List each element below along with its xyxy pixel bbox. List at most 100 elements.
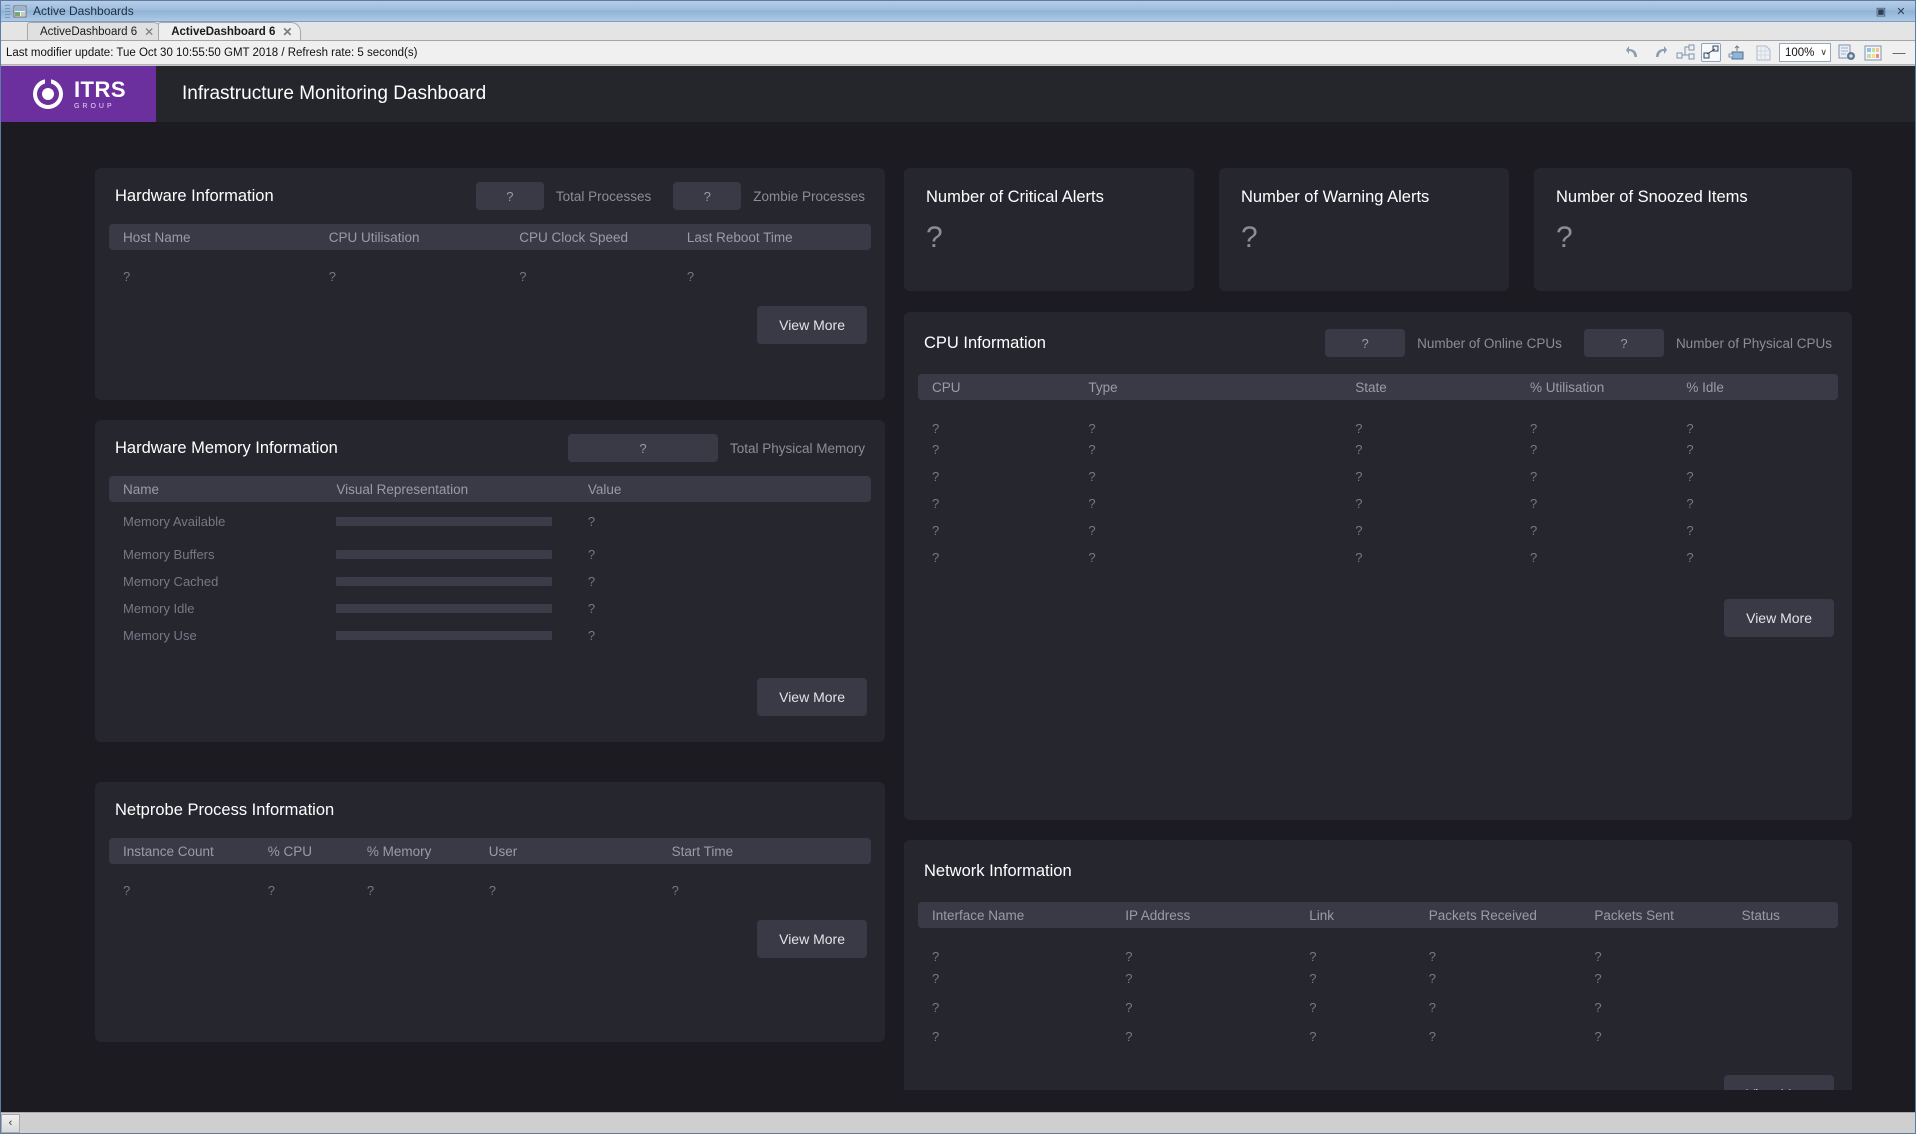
column-percent-memory[interactable]: % Memory <box>352 838 475 864</box>
page-grid-icon[interactable] <box>1753 43 1773 62</box>
metric-label: Zombie Processes <box>753 188 865 204</box>
cell-status <box>1728 928 1838 964</box>
minimize-panel-icon[interactable]: — <box>1889 45 1909 60</box>
close-button[interactable]: ✕ <box>1893 4 1909 18</box>
column-packets-received[interactable]: Packets Received <box>1414 902 1581 928</box>
close-icon[interactable]: ✕ <box>282 25 292 39</box>
cell-cpu: ? <box>932 550 940 565</box>
view-more-button[interactable]: View More <box>757 920 867 958</box>
page-title: Infrastructure Monitoring Dashboard <box>182 83 487 104</box>
insert-object-icon[interactable] <box>1727 43 1747 62</box>
table-header-row: Host Name CPU Utilisation CPU Clock Spee… <box>109 224 871 250</box>
dashboard-grid: Hardware Information ? Total Processes ?… <box>1 122 1915 1112</box>
column-cpu-clock-speed[interactable]: CPU Clock Speed <box>505 224 673 250</box>
brand-suffix: GROUP <box>73 102 115 110</box>
horizontal-scrollbar[interactable]: ‹ <box>1 1112 1915 1133</box>
card-number-of-critical-alerts[interactable]: Number of Critical Alerts ? <box>904 168 1194 291</box>
table-row: ? ? ? ? ? <box>918 517 1838 544</box>
undo-icon[interactable] <box>1623 43 1643 62</box>
metric-label: Total Processes <box>555 188 652 204</box>
panel-hardware-memory-information: Hardware Memory Information ? Total Phys… <box>95 420 885 742</box>
dashboard-grid-icon[interactable] <box>1863 43 1883 62</box>
scrollbar-track[interactable] <box>20 1113 1915 1133</box>
column-status[interactable]: Status <box>1727 902 1838 928</box>
duplicate-page-icon[interactable] <box>1837 43 1857 62</box>
cell-user: ? <box>488 883 496 898</box>
connect-nodes-icon[interactable] <box>1701 43 1721 62</box>
tab-activedashboard-6-first[interactable]: ActiveDashboard 6 ✕ <box>27 22 164 40</box>
panel-network-information: Network Information Interface Name IP Ad… <box>904 840 1852 1112</box>
restore-button[interactable]: ▣ <box>1873 4 1889 18</box>
column-percent-idle[interactable]: % Idle <box>1672 374 1838 400</box>
netprobe-process-table: Instance Count % CPU % Memory User Start… <box>109 838 871 898</box>
table-header: Host Name CPU Utilisation CPU Clock Spee… <box>109 224 871 250</box>
view-more-button[interactable]: View More <box>1724 599 1834 637</box>
column-name[interactable]: Name <box>109 476 323 502</box>
column-cpu-utilisation[interactable]: CPU Utilisation <box>314 224 506 250</box>
view-more-button[interactable]: View More <box>757 306 867 344</box>
column-cpu[interactable]: CPU <box>918 374 1075 400</box>
table-header: CPU Type State % Utilisation % Idle <box>918 374 1838 400</box>
cell-packets-received: ? <box>1428 949 1437 964</box>
metric-number-of-online-cpus: ? Number of Online CPUs <box>1325 329 1562 357</box>
cell-status <box>1728 1022 1838 1051</box>
column-state[interactable]: State <box>1341 374 1516 400</box>
card-number-of-warning-alerts[interactable]: Number of Warning Alerts ? <box>1219 168 1509 291</box>
window-title: Active Dashboards <box>33 4 134 18</box>
scroll-left-icon[interactable]: ‹ <box>1 1113 20 1133</box>
column-type[interactable]: Type <box>1074 374 1342 400</box>
cell-percent-utilisation: ? <box>1529 550 1538 565</box>
tab-activedashboard-6-second[interactable]: ActiveDashboard 6 ✕ <box>158 22 302 40</box>
table-header-row: CPU Type State % Utilisation % Idle <box>918 374 1838 400</box>
cell-percent-idle: ? <box>1686 523 1694 538</box>
card-title: Number of Warning Alerts <box>1241 188 1430 206</box>
cell-memory-name: Memory Idle <box>123 601 195 616</box>
column-packets-sent[interactable]: Packets Sent <box>1580 902 1728 928</box>
cell-packets-received: ? <box>1428 971 1437 986</box>
column-ip-address[interactable]: IP Address <box>1111 902 1296 928</box>
cell-interface-name: ? <box>932 949 940 964</box>
zoom-level-select[interactable]: 100% ∨ <box>1779 43 1831 62</box>
view-more-container: View More <box>95 649 885 734</box>
cell-type: ? <box>1088 496 1096 511</box>
metric-label: Total Physical Memory <box>729 440 865 456</box>
column-link[interactable]: Link <box>1295 902 1415 928</box>
redo-icon[interactable] <box>1649 43 1669 62</box>
card-value: ? <box>1556 221 1573 254</box>
table-row: ? ? ? ? ? <box>918 490 1838 517</box>
toolbar: 100% ∨ — <box>1623 43 1909 62</box>
cell-link: ? <box>1309 1029 1317 1044</box>
metric-value: ? <box>1583 329 1664 357</box>
cell-cpu: ? <box>932 421 940 436</box>
column-interface-name[interactable]: Interface Name <box>918 902 1112 928</box>
table-body: Memory Available ? Memory Buffers ? Memo… <box>109 502 871 649</box>
column-host-name[interactable]: Host Name <box>109 224 315 250</box>
metric-label: Number of Physical CPUs <box>1675 335 1832 351</box>
chevron-down-icon[interactable]: ∨ <box>1820 47 1827 58</box>
column-user[interactable]: User <box>474 838 658 864</box>
column-last-reboot-time[interactable]: Last Reboot Time <box>672 224 871 250</box>
table-row: ? ? ? ? ? <box>918 436 1838 463</box>
column-percent-cpu[interactable]: % CPU <box>253 838 353 864</box>
panel-header: Netprobe Process Information <box>95 782 885 838</box>
cell-memory-value: ? <box>587 628 596 643</box>
table-row: Memory Available ? <box>109 502 871 541</box>
table-row: Memory Idle ? <box>109 595 871 622</box>
cell-percent-utilisation: ? <box>1529 442 1538 457</box>
cell-memory-name: Memory Use <box>123 628 197 643</box>
cell-percent-utilisation: ? <box>1529 496 1538 511</box>
cell-type: ? <box>1088 523 1096 538</box>
cell-cpu: ? <box>932 523 940 538</box>
zoom-value: 100% <box>1785 46 1815 59</box>
align-nodes-icon[interactable] <box>1675 43 1695 62</box>
card-number-of-snoozed-items[interactable]: Number of Snoozed Items ? <box>1534 168 1852 291</box>
column-visual-representation[interactable]: Visual Representation <box>322 476 574 502</box>
column-instance-count[interactable]: Instance Count <box>109 838 254 864</box>
close-icon[interactable]: ✕ <box>144 25 154 39</box>
column-value[interactable]: Value <box>573 476 871 502</box>
view-more-button[interactable]: View More <box>757 678 867 716</box>
cell-ip-address: ? <box>1125 1000 1133 1015</box>
column-start-time[interactable]: Start Time <box>657 838 871 864</box>
column-percent-utilisation[interactable]: % Utilisation <box>1515 374 1673 400</box>
cell-memory-value: ? <box>587 601 596 616</box>
